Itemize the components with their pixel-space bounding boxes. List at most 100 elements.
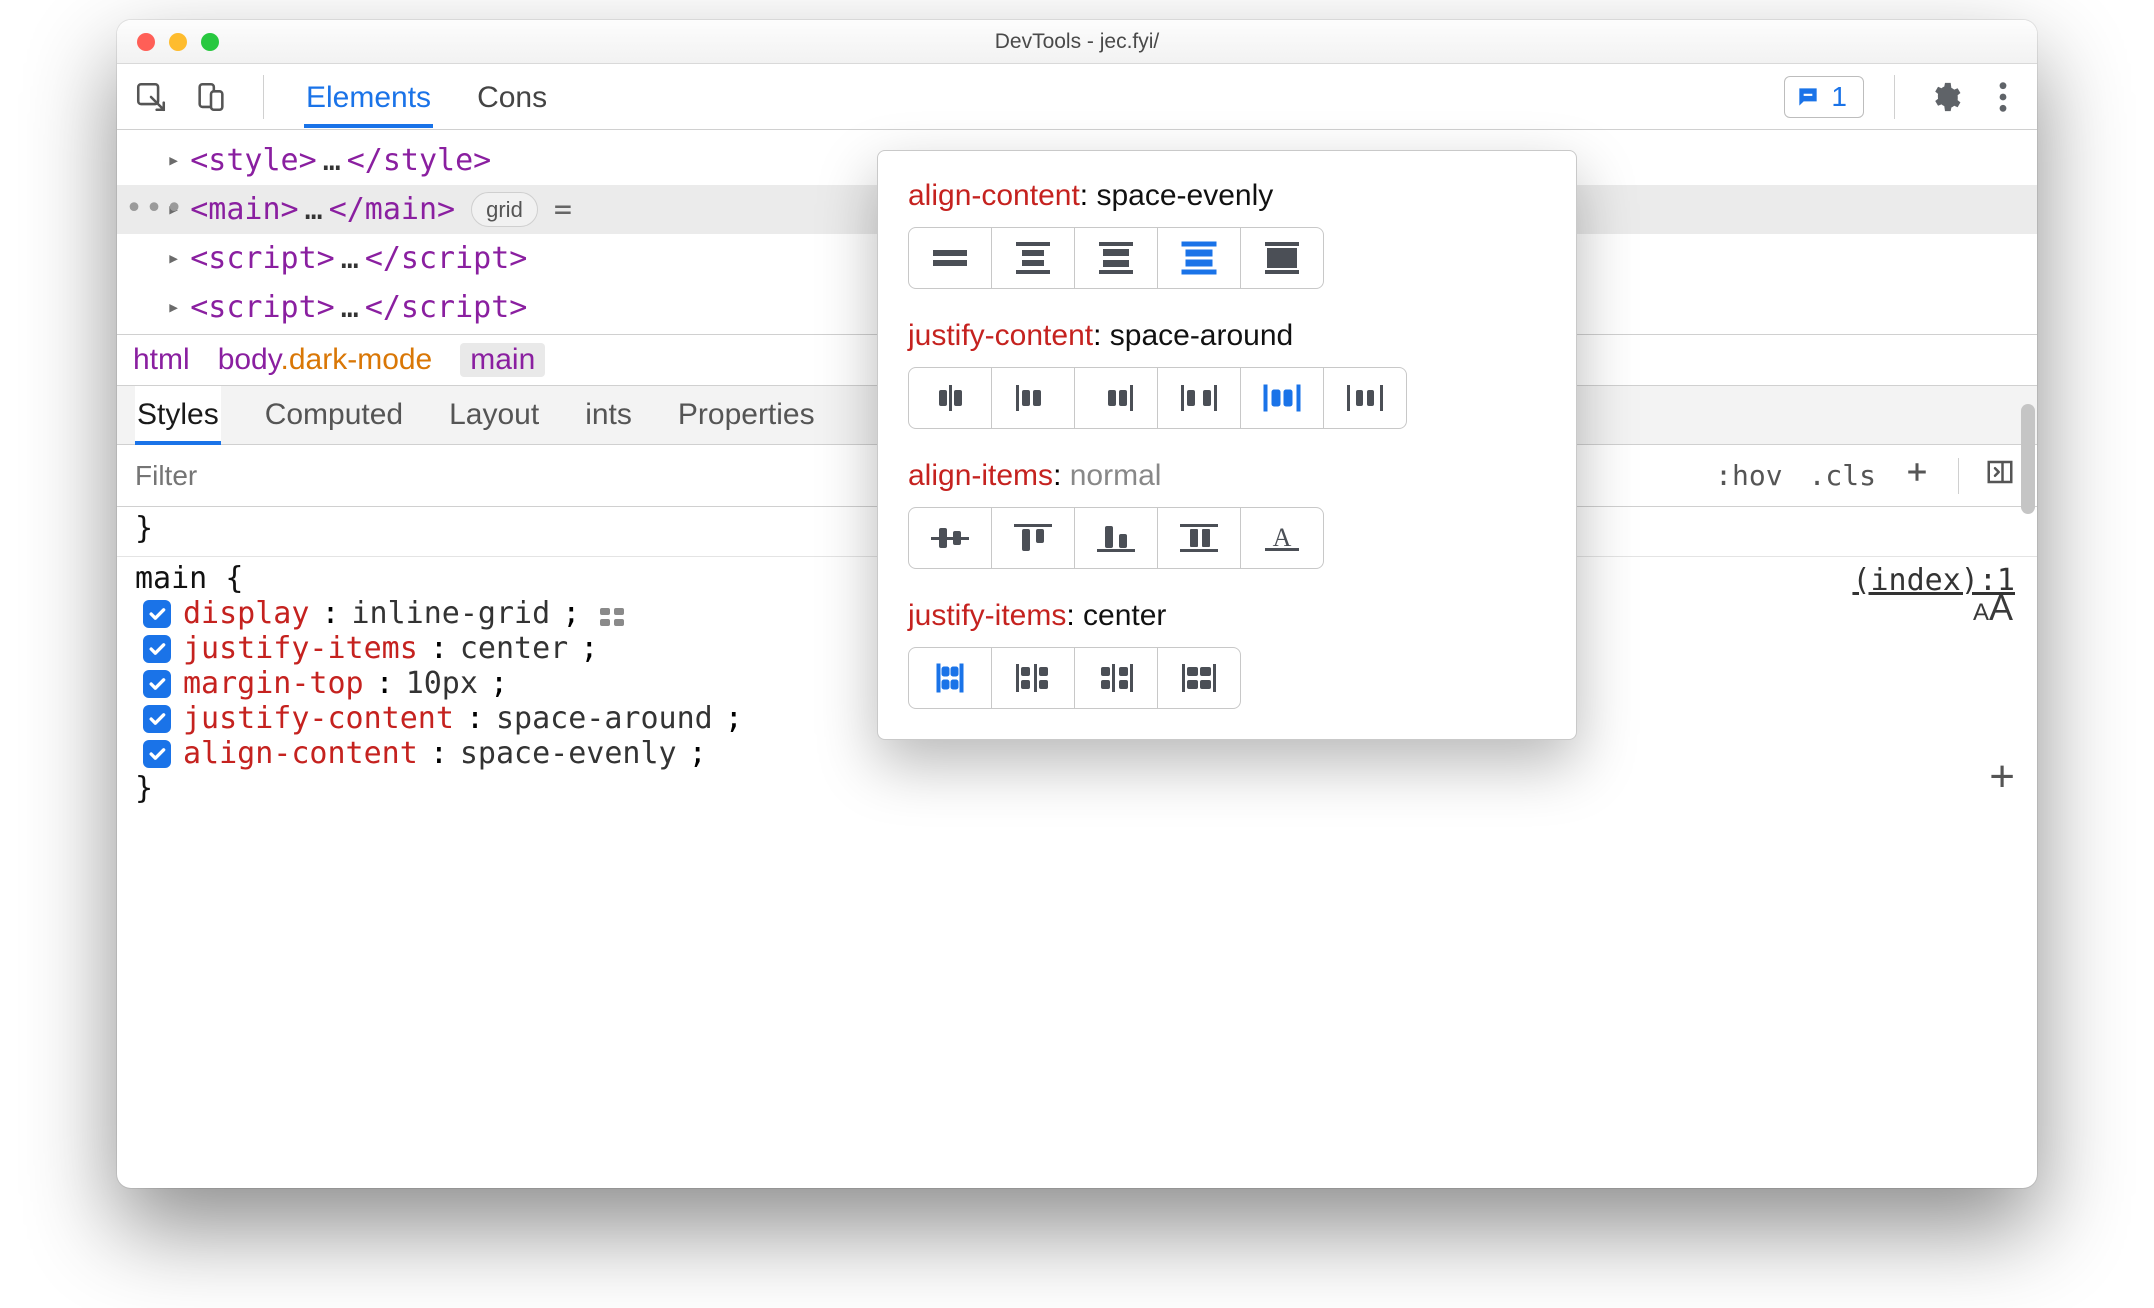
hov-toggle[interactable]: :hov — [1715, 459, 1782, 492]
tag-open: <script> — [190, 236, 335, 281]
rule-selector[interactable]: main — [135, 561, 207, 596]
ai-center-icon[interactable] — [908, 507, 992, 569]
add-declaration-icon[interactable]: + — [1989, 752, 2015, 802]
collapsed-content: … — [305, 187, 323, 232]
ji-start-icon[interactable] — [991, 647, 1075, 709]
popover-button-row: A — [908, 507, 1546, 569]
window-controls — [137, 33, 219, 51]
rule-source-link[interactable]: (index):1 — [1852, 563, 2015, 598]
collapsed-content: … — [341, 285, 359, 330]
attr-indicator: = — [554, 187, 572, 232]
breadcrumb-item[interactable]: html — [133, 343, 190, 377]
main-toolbar: Elements Cons 1 — [117, 64, 2037, 130]
grid-badge[interactable]: grid — [471, 192, 538, 227]
css-property[interactable]: justify-items — [183, 631, 418, 666]
ji-stretch-icon[interactable] — [1157, 647, 1241, 709]
ji-end-icon[interactable] — [1074, 647, 1158, 709]
popover-button-row — [908, 367, 1546, 429]
toggle-declaration-checkbox[interactable] — [143, 670, 171, 698]
popover-title: align-content: space-evenly — [908, 179, 1546, 213]
tab-console[interactable]: Cons — [475, 67, 549, 127]
jc-between-icon[interactable] — [1157, 367, 1241, 429]
css-value[interactable]: space-around — [496, 701, 713, 736]
ac-stretch-icon[interactable] — [1240, 227, 1324, 289]
toggle-declaration-checkbox[interactable] — [143, 705, 171, 733]
tag-open: <style> — [190, 138, 316, 183]
css-declaration[interactable]: align-content: space-evenly; — [135, 736, 2019, 771]
ac-evenly-icon[interactable] — [1157, 227, 1241, 289]
ai-stretch-icon[interactable] — [1157, 507, 1241, 569]
jc-center-icon[interactable] — [908, 367, 992, 429]
more-menu-icon[interactable] — [1983, 77, 2023, 117]
toggle-declaration-checkbox[interactable] — [143, 635, 171, 663]
popover-group-align-items: align-items: normal A — [908, 459, 1546, 569]
css-property[interactable]: display — [183, 596, 309, 631]
scrollbar-thumb[interactable] — [2021, 404, 2035, 514]
open-grid-editor-icon[interactable] — [598, 602, 630, 626]
breadcrumb-item[interactable]: main — [460, 343, 545, 377]
window-title: DevTools - jec.fyi/ — [117, 30, 2037, 54]
tag-open: <script> — [190, 285, 335, 330]
svg-text:A: A — [1273, 523, 1292, 552]
ji-center-icon[interactable] — [908, 647, 992, 709]
popover-button-row — [908, 647, 1546, 709]
popover-title: align-items: normal — [908, 459, 1546, 493]
expand-triangle-icon[interactable]: ▸ — [167, 144, 180, 177]
css-value[interactable]: center — [460, 631, 568, 666]
gutter-ellipsis-icon[interactable]: ••• — [125, 186, 185, 231]
close-brace: } — [135, 771, 2019, 806]
css-property[interactable]: justify-content — [183, 701, 454, 736]
ac-center-icon[interactable] — [908, 227, 992, 289]
ai-start-icon[interactable] — [991, 507, 1075, 569]
css-value[interactable]: 10px — [406, 666, 478, 701]
collapsed-content: … — [341, 236, 359, 281]
toggle-declaration-checkbox[interactable] — [143, 600, 171, 628]
css-property[interactable]: margin-top — [183, 666, 364, 701]
flex-grid-editor-popover: align-content: space-evenly justify-conte… — [877, 150, 1577, 740]
devtools-window: DevTools - jec.fyi/ Elements Cons — [117, 20, 2037, 1188]
close-window-button[interactable] — [137, 33, 155, 51]
separator — [1894, 75, 1895, 119]
tag-open: <main> — [190, 187, 298, 232]
zoom-window-button[interactable] — [201, 33, 219, 51]
subtab-layout[interactable]: Layout — [447, 386, 541, 444]
collapsed-content: … — [323, 138, 341, 183]
separator — [1958, 458, 1959, 494]
css-property[interactable]: align-content — [183, 736, 418, 771]
toggle-declaration-checkbox[interactable] — [143, 740, 171, 768]
new-style-rule-icon[interactable] — [1902, 457, 1932, 494]
subtab-computed[interactable]: Computed — [263, 386, 405, 444]
minimize-window-button[interactable] — [169, 33, 187, 51]
inspect-element-icon[interactable] — [131, 77, 171, 117]
css-value[interactable]: inline-grid — [352, 596, 551, 631]
ac-between-icon[interactable] — [991, 227, 1075, 289]
popover-button-row — [908, 227, 1546, 289]
cls-toggle[interactable]: .cls — [1809, 459, 1876, 492]
jc-start-icon[interactable] — [991, 367, 1075, 429]
breadcrumb-item[interactable]: body.dark-mode — [218, 343, 433, 377]
tab-elements[interactable]: Elements — [304, 67, 433, 127]
toggle-sidebar-icon[interactable] — [1985, 457, 2015, 494]
expand-triangle-icon[interactable]: ▸ — [167, 242, 180, 275]
ai-baseline-icon[interactable]: A — [1240, 507, 1324, 569]
popover-title: justify-content: space-around — [908, 319, 1546, 353]
popover-title: justify-items: center — [908, 599, 1546, 633]
tag-close: </script> — [365, 236, 528, 281]
separator — [263, 75, 264, 119]
ac-around-icon[interactable] — [1074, 227, 1158, 289]
issues-count: 1 — [1831, 81, 1847, 113]
expand-triangle-icon[interactable]: ▸ — [167, 291, 180, 324]
issues-badge[interactable]: 1 — [1784, 76, 1864, 118]
subtab-styles[interactable]: Styles — [135, 386, 221, 444]
settings-icon[interactable] — [1925, 77, 1965, 117]
ai-end-icon[interactable] — [1074, 507, 1158, 569]
jc-end-icon[interactable] — [1074, 367, 1158, 429]
jc-evenly-icon[interactable] — [1323, 367, 1407, 429]
device-toolbar-icon[interactable] — [191, 77, 231, 117]
jc-around-icon[interactable] — [1240, 367, 1324, 429]
css-value[interactable]: space-evenly — [460, 736, 677, 771]
tag-close: </script> — [365, 285, 528, 330]
subtab-properties[interactable]: Properties — [676, 386, 817, 444]
subtab-ints[interactable]: ints — [583, 386, 634, 444]
panel-tabs: Elements Cons — [304, 67, 549, 127]
